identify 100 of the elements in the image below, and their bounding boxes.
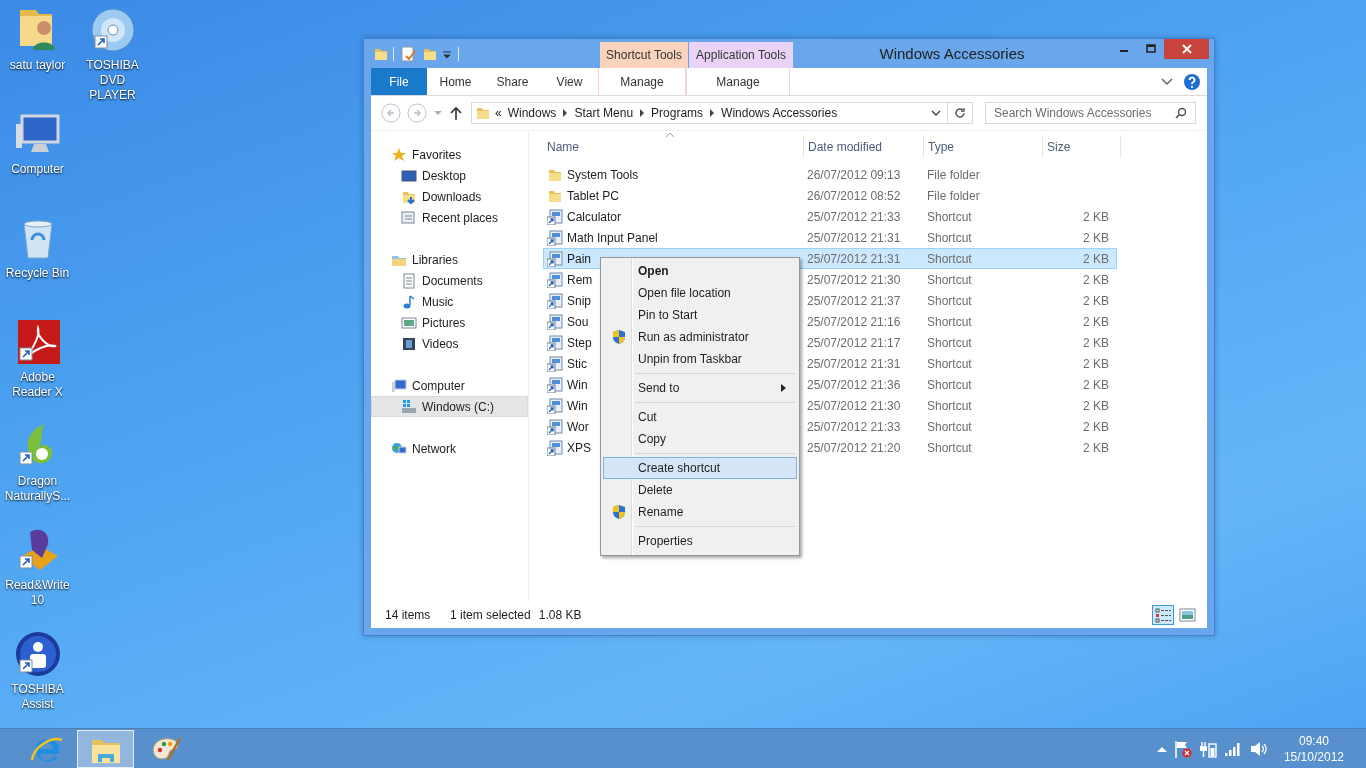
file-size: 2 KB [1083,377,1109,392]
date-modified: 25/07/2012 21:30 [807,272,902,287]
up-arrow-icon[interactable] [449,105,463,121]
navigation-item[interactable]: Videos [371,333,528,354]
refresh-icon [954,107,966,119]
breadcrumb-arrow-icon[interactable] [639,109,646,117]
navigation-item[interactable]: Favorites [371,144,528,165]
column-header[interactable]: Date modified [804,135,924,158]
menu-item[interactable]: Rename [603,501,797,523]
ribbon-tab[interactable]: Home [427,68,484,95]
navigation-item[interactable]: Downloads [371,186,528,207]
file-name[interactable]: XPS [567,440,591,455]
close-button[interactable] [1164,39,1209,59]
desktop-icon-label: TOSHIBA DVD PLAYER [85,58,140,103]
ribbon-tab[interactable]: View [541,68,598,95]
navigation-item[interactable]: Music [371,291,528,312]
date-modified: 25/07/2012 21:30 [807,398,902,413]
monitor-icon [401,167,417,184]
file-name[interactable]: Sou [567,314,589,329]
overflow-chevron[interactable]: « [495,106,502,120]
file-tab[interactable]: File [371,68,427,95]
date-modified: 26/07/2012 08:52 [807,188,902,203]
large-icons-view-button[interactable] [1176,605,1198,625]
date-modified: 25/07/2012 21:36 [807,377,902,392]
expand-ribbon-icon[interactable] [1161,76,1173,87]
breadcrumb-arrow-icon[interactable] [709,109,716,117]
breadcrumb[interactable]: Windows [507,106,557,120]
dropdown-caret-icon[interactable] [931,109,941,117]
menu-item[interactable]: Copy [603,428,797,450]
date-modified: 25/07/2012 21:31 [807,230,902,245]
menu-item[interactable]: Properties [603,530,797,552]
power-plug-battery-icon[interactable] [1198,739,1217,758]
navigation-item[interactable]: Recent places [371,207,528,228]
menu-item[interactable]: Create shortcut [603,457,797,479]
date-modified: 25/07/2012 21:31 [807,251,902,266]
file-size: 2 KB [1083,398,1109,413]
help-icon[interactable] [1183,72,1201,91]
navigation-item[interactable]: Network [371,438,528,459]
menu-item[interactable]: Delete [603,479,797,501]
file-name[interactable]: Wor [567,419,589,434]
breadcrumb[interactable]: Programs [651,106,704,120]
file-name[interactable]: Step [567,335,592,350]
flag-with-error-icon[interactable] [1173,739,1192,758]
desktop-icon-label: TOSHIBA Assist [10,682,65,712]
ribbon-tab[interactable]: Share [484,68,541,95]
app-shortcut-icon [547,397,563,414]
navigation-item[interactable]: Pictures [371,312,528,333]
file-size: 2 KB [1083,335,1109,350]
desktop-icon-label: Computer [10,162,65,177]
app-shortcut-icon [547,292,563,309]
column-header[interactable]: Name [529,135,804,158]
navigation-item[interactable]: Desktop [371,165,528,186]
file-type: Shortcut [927,398,973,413]
navigation-item[interactable]: Documents [371,270,528,291]
signal-bars-icon[interactable] [1223,740,1242,757]
navigation-item[interactable]: Windows (C:) [371,396,528,417]
menu-item[interactable]: Pin to Start [603,304,797,326]
file-name[interactable]: Stic [567,356,587,371]
folder-icon [475,105,489,121]
desktop-icon-label: Dragon NaturallyS... [3,474,72,504]
file-name[interactable]: Math Input Panel [567,230,658,245]
search-field[interactable]: Search Windows Accessories [985,102,1196,124]
column-header[interactable]: Size [1043,135,1121,158]
file-name[interactable]: Snip [567,293,592,308]
menu-item[interactable]: Send to [603,377,797,399]
address-bar[interactable]: « Windows Start Menu Programs Windows Accessories [471,102,973,124]
details-view-button[interactable] [1152,605,1174,625]
file-name[interactable]: Win [567,398,588,413]
taskbar-button[interactable] [77,729,134,768]
date-modified: 25/07/2012 21:33 [807,209,902,224]
file-type: Shortcut [927,230,973,245]
file-name[interactable]: System Tools [567,167,639,182]
properties-icon[interactable] [400,45,416,62]
ribbon-tab[interactable]: Manage [598,68,686,95]
app-shortcut-icon [547,313,563,330]
speaker-icon[interactable] [1248,739,1267,758]
file-name[interactable]: Pain [567,251,592,266]
item-count: 14 items [385,608,432,622]
navigation-item[interactable]: Computer [371,375,528,396]
ribbon-tab[interactable]: Manage [686,68,790,95]
search-icon[interactable] [1175,107,1187,119]
menu-item[interactable]: Unpin from Taskbar [603,348,797,370]
file-name[interactable]: Calculator [567,209,622,224]
file-name[interactable]: Rem [567,272,593,287]
recent-locations-caret-icon[interactable] [433,108,443,118]
file-name[interactable]: Tablet PC [567,188,620,203]
column-header[interactable]: Type [924,135,1043,158]
file-type: Shortcut [927,356,973,371]
file-name[interactable]: Win [567,377,588,392]
menu-item[interactable]: Open file location [603,282,797,304]
breadcrumb[interactable]: Windows Accessories [721,106,838,120]
menu-item[interactable]: Run as administrator [603,326,797,348]
breadcrumb-arrow-icon[interactable] [562,109,569,117]
breadcrumb[interactable]: Start Menu [574,106,634,120]
date-modified: 25/07/2012 21:17 [807,335,902,350]
computer-icon [391,377,407,394]
show-hidden-icons-caret-icon[interactable] [1156,745,1167,752]
menu-item[interactable]: Cut [603,406,797,428]
file-size: 2 KB [1083,293,1109,308]
navigation-item[interactable]: Libraries [371,249,528,270]
